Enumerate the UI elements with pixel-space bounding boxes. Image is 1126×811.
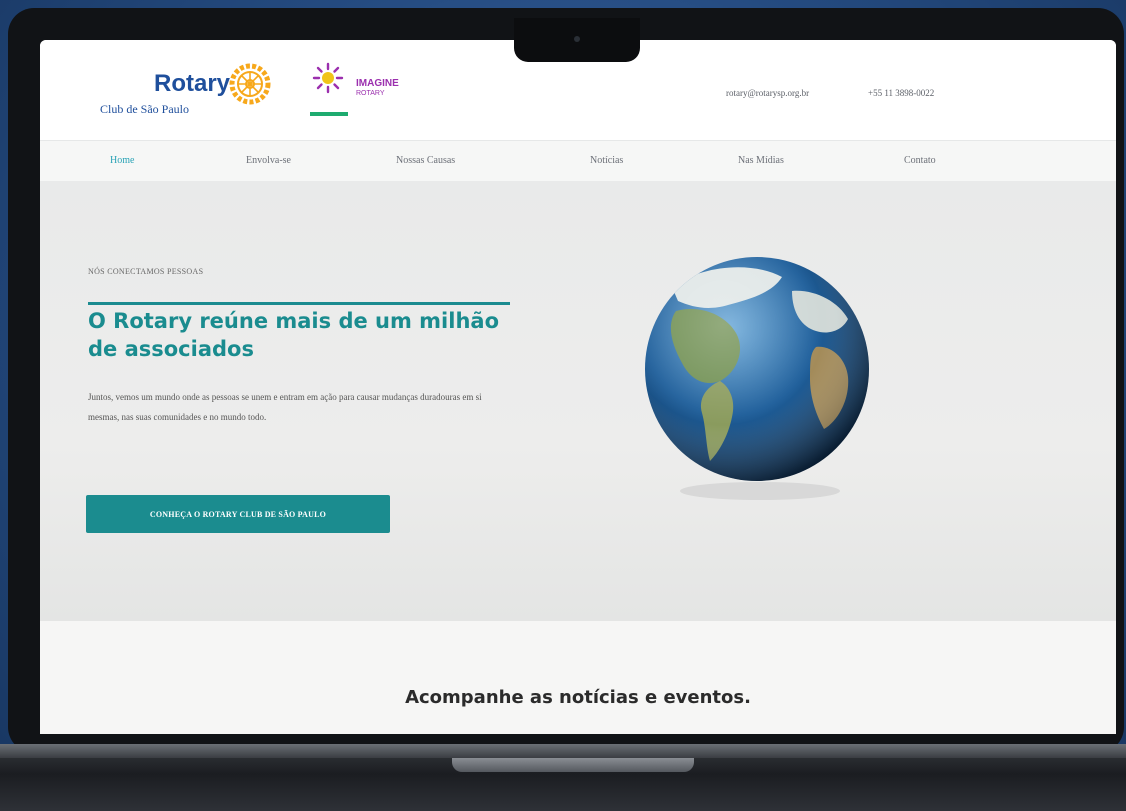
hero-divider (88, 302, 510, 305)
laptop-lid: Rotary Club de São Paulo IMAGINE ROTARY … (8, 8, 1124, 753)
rotary-logo-text[interactable]: Rotary (154, 70, 230, 98)
hero-kicker: NÓS CONECTAMOS PESSOAS (88, 267, 204, 276)
laptop-hinge-notch (452, 758, 694, 772)
globe-image (645, 257, 869, 500)
nav-item-contato[interactable]: Contato (904, 155, 936, 166)
camera-icon (574, 36, 580, 42)
nav-item-noticias[interactable]: Notícias (590, 155, 623, 166)
imagine-sun-icon (312, 62, 344, 94)
contact-phone-link[interactable]: +55 11 3898-0022 (868, 88, 934, 98)
campaign-underline (310, 112, 348, 116)
nav-item-home[interactable]: Home (110, 155, 134, 166)
laptop-base-lip (0, 744, 1126, 758)
camera-notch (514, 18, 640, 62)
hero-title: O Rotary reúne mais de um milhão de asso… (88, 309, 499, 361)
news-title: Acompanhe as notícias e eventos. (405, 687, 751, 708)
campaign-title: IMAGINE (356, 78, 399, 89)
news-section: Acompanhe as notícias e eventos. (40, 621, 1116, 734)
nav-item-envolva-se[interactable]: Envolva-se (246, 155, 291, 166)
laptop-screen: Rotary Club de São Paulo IMAGINE ROTARY … (40, 40, 1116, 734)
learn-more-button[interactable]: CONHEÇA O ROTARY CLUB DE SÃO PAULO (86, 495, 390, 533)
campaign-subtitle: ROTARY (356, 90, 385, 97)
rotary-wheel-icon[interactable] (228, 62, 272, 106)
main-nav: Home Envolva-se Nossas Causas Notícias N… (40, 140, 1116, 182)
nav-item-nas-midias[interactable]: Nas Mídias (738, 155, 784, 166)
hero-section: NÓS CONECTAMOS PESSOAS O Rotary reúne ma… (40, 181, 1116, 621)
contact-email-link[interactable]: rotary@rotarysp.org.br (726, 88, 809, 98)
hero-body: Juntos, vemos um mundo onde as pessoas s… (88, 392, 482, 422)
nav-item-nossas-causas[interactable]: Nossas Causas (396, 155, 455, 166)
laptop-base (0, 744, 1126, 811)
rotary-logo-subtitle: Club de São Paulo (100, 102, 189, 116)
